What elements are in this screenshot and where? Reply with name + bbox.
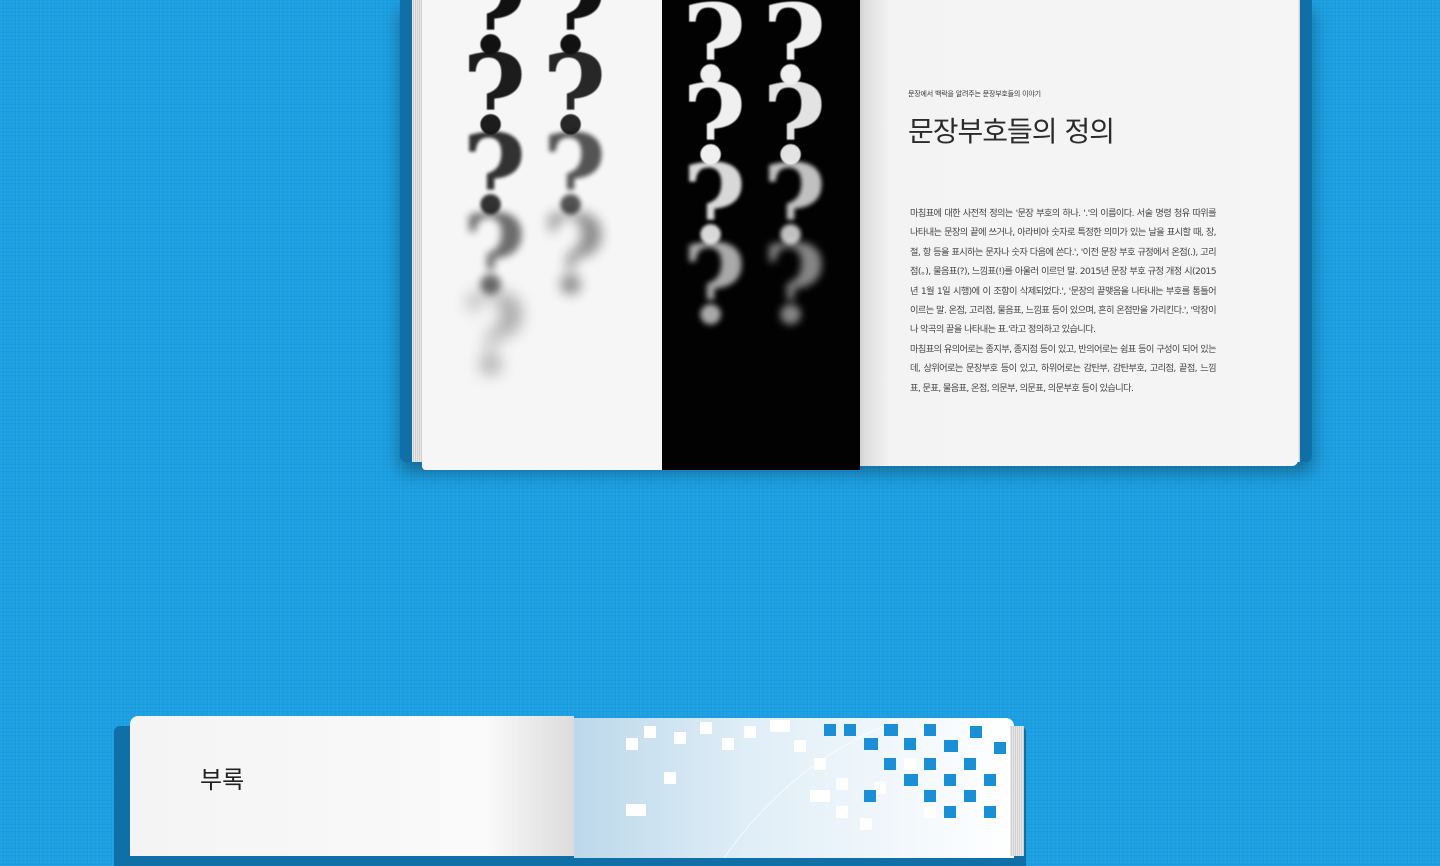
page-kicker: 문장에서 백락을 알려주는 문장부호들의 이야기 bbox=[908, 90, 1041, 98]
question-mark-glyph: ? bbox=[762, 220, 827, 349]
question-mark-glyph: ? bbox=[542, 190, 607, 319]
black-panel: ? ? ? ? ? ? ? ? bbox=[662, 0, 860, 470]
book-gutter-shadow bbox=[840, 0, 880, 470]
left-page: 부록 bbox=[130, 716, 574, 856]
right-page-pixel-art bbox=[574, 718, 1014, 858]
body-paragraph: 마침표에 대한 사전적 정의는 '문장 부호의 하나. '.'의 이름이다. 서… bbox=[910, 208, 1217, 336]
page-title: 문장부호들의 정의 bbox=[908, 115, 1115, 148]
page-stack-right bbox=[1010, 726, 1024, 856]
body-paragraph: 마침표의 유의어로는 종지부, 종지점 등이 있고, 반의어로는 쉼표 등이 구… bbox=[910, 343, 1217, 394]
open-book-bottom: 부록 bbox=[114, 716, 1034, 866]
question-mark-glyph: ? bbox=[682, 220, 747, 349]
left-page: ? ? ? ? ? ? ? ? ? ? ? ? ? ? ? ? ? bbox=[422, 0, 860, 470]
open-book-top: ? ? ? ? ? ? ? ? ? ? ? ? ? ? ? ? ? 문장에서 백… bbox=[400, 0, 1312, 472]
white-panel: ? ? ? ? ? ? ? ? ? bbox=[422, 0, 662, 470]
pixel-pattern bbox=[626, 718, 1006, 858]
appendix-title: 부록 bbox=[200, 766, 245, 794]
question-mark-glyph: ? bbox=[462, 270, 527, 399]
body-text: 마침표에 대한 사전적 정의는 '문장 부호의 하나. '.'의 이름이다. 서… bbox=[910, 204, 1217, 398]
